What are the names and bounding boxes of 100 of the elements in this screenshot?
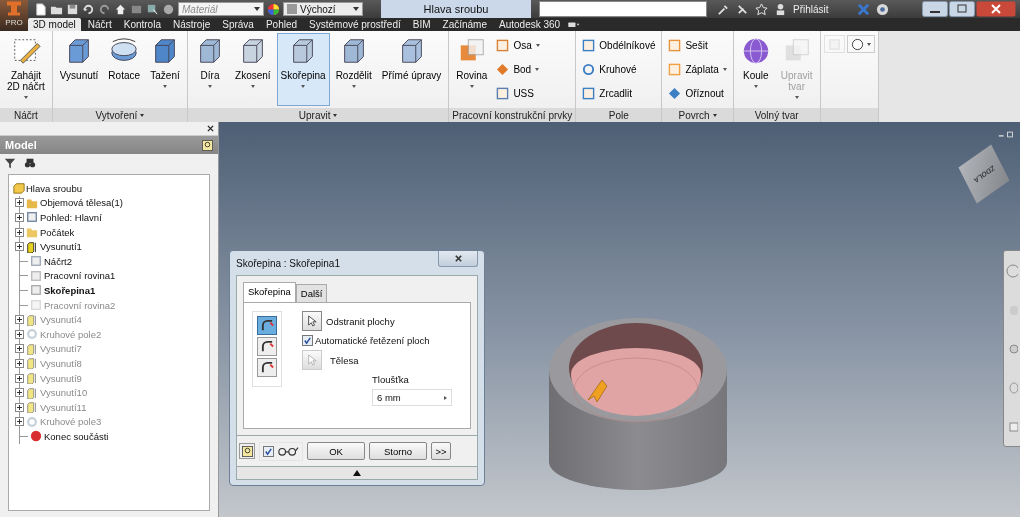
ribbon-tool-button[interactable]: Zkosení — [231, 33, 275, 106]
ribbon-tool-button[interactable]: Kruhové — [579, 62, 659, 77]
tree-item[interactable]: Vysunutí9 — [40, 372, 82, 384]
tree-item[interactable]: Pohled: Hlavní — [40, 212, 102, 223]
minimize-icon[interactable] — [922, 1, 948, 17]
ribbon-group-label[interactable]: Pole — [605, 109, 632, 121]
user-icon[interactable] — [774, 2, 787, 16]
ribbon-tab[interactable]: Kontrola — [118, 18, 166, 31]
tree-item[interactable]: Vysunutí11 — [40, 401, 87, 413]
ribbon-tab[interactable]: Systémové prostředí — [304, 18, 406, 31]
redo-icon[interactable] — [98, 2, 111, 16]
ribbon-group-label[interactable]: Upravit — [295, 109, 341, 121]
tree-item[interactable]: Kruhové pole2 — [40, 328, 102, 340]
ribbon-group-label[interactable]: Volný tvar — [751, 109, 802, 121]
close-button[interactable] — [438, 251, 478, 267]
tree-item[interactable]: Vysunutí4 — [40, 314, 82, 326]
expand-icon[interactable] — [15, 358, 24, 368]
tree-item[interactable]: Počátek — [40, 226, 75, 238]
tree-item[interactable]: Náčrt2 — [44, 255, 72, 267]
ribbon-tool-button[interactable]: Koule — [736, 33, 775, 106]
application-menu-button[interactable]: PRO — [0, 0, 28, 31]
expand-icon[interactable] — [15, 344, 24, 354]
ribbon-tool-button[interactable]: Sešit — [665, 37, 730, 53]
tree-item[interactable]: Kruhové pole3 — [40, 416, 102, 428]
globe-icon[interactable] — [162, 2, 175, 16]
expand-icon[interactable] — [15, 315, 24, 325]
ribbon-tool-button[interactable]: Díra — [191, 33, 230, 106]
color-wheel-icon[interactable] — [267, 2, 280, 16]
ribbon-tool-button[interactable]: Rotace — [104, 33, 145, 106]
tree-item[interactable]: Vysunutí8 — [40, 357, 82, 369]
ribbon-tool-button[interactable]: Rovina — [452, 33, 492, 106]
dialog-button[interactable]: Storno — [369, 442, 427, 460]
ribbon-tab[interactable]: Nástroje — [167, 18, 216, 31]
ribbon-tab[interactable]: Pohled — [260, 18, 303, 31]
thickness-field[interactable]: 6 mm — [372, 389, 452, 406]
ribbon-tab[interactable]: Náčrt — [82, 18, 117, 31]
preview-checkbox[interactable] — [263, 445, 274, 457]
select-faces-button[interactable] — [302, 311, 322, 331]
close-icon[interactable] — [976, 1, 1016, 17]
help-button[interactable] — [239, 443, 255, 459]
help-icon[interactable] — [202, 139, 213, 151]
ribbon-tool-button[interactable]: Rozdělit — [331, 33, 376, 106]
ribbon-tool-button[interactable]: Skořepina — [276, 33, 330, 106]
ribbon-tool-button[interactable]: Tažení — [146, 33, 185, 106]
ribbon-tab[interactable]: Správa — [217, 18, 259, 31]
dialog-button[interactable]: OK — [307, 442, 365, 460]
expand-icon[interactable] — [15, 242, 24, 252]
expand-icon[interactable] — [15, 329, 24, 339]
ribbon-group-label[interactable]: Náčrt — [10, 109, 41, 121]
window-controls-icon[interactable] — [998, 130, 1014, 139]
ribbon-tool-button[interactable]: Vysunutí — [55, 33, 103, 106]
appearance-dropdown[interactable]: Výchozí — [283, 2, 363, 16]
ribbon-tool-button[interactable]: Oříznout — [665, 86, 730, 102]
ribbon-tool-button[interactable]: Přímé úpravy — [377, 33, 446, 106]
ribbon-group-label[interactable]: Pracovní konstrukční prvky — [449, 109, 576, 121]
expand-icon[interactable] — [15, 373, 24, 383]
tree-item[interactable]: Skořepina1 — [44, 284, 96, 296]
select-icon[interactable] — [146, 2, 159, 16]
dialog-button[interactable]: >> — [431, 442, 451, 460]
ribbon-tool-button[interactable]: Bod — [493, 62, 543, 77]
ribbon-tab[interactable]: 3D model — [28, 18, 81, 31]
star-icon[interactable] — [755, 2, 768, 16]
expand-icon[interactable] — [15, 417, 24, 427]
tree-item[interactable]: Pracovní rovina1 — [44, 270, 116, 282]
expand-icon[interactable] — [15, 388, 24, 398]
search-field[interactable] — [539, 1, 707, 17]
ribbon-tool-button[interactable]: Osa — [493, 37, 543, 53]
close-icon[interactable] — [207, 125, 214, 132]
ribbon-group-label[interactable]: Vytvoření — [92, 109, 148, 121]
expand-icon[interactable] — [15, 213, 24, 222]
ribbon-group-label[interactable]: Povrch — [675, 109, 720, 121]
tree-item[interactable]: Vysunutí10 — [40, 387, 88, 399]
tree-item[interactable]: Pracovní rovina2 — [44, 299, 116, 311]
save-icon[interactable] — [66, 2, 79, 16]
ribbon-icon-button[interactable] — [846, 35, 875, 53]
filter-icon[interactable] — [4, 157, 16, 169]
dialog-tab[interactable]: Další — [295, 284, 328, 302]
ribbon-tab[interactable]: Začínáme — [437, 18, 492, 31]
auto-chain-checkbox[interactable]: Automatické řetězení ploch — [302, 335, 452, 346]
help-icon[interactable] — [875, 2, 889, 16]
tree-item[interactable]: Vysunutí1 — [40, 241, 82, 253]
expand-icon[interactable] — [15, 198, 24, 208]
ribbon-tab[interactable]: Autodesk 360 — [494, 18, 566, 31]
ribbon-tool-button[interactable]: Zrcadlit — [579, 86, 659, 102]
new-file-icon[interactable] — [34, 2, 47, 16]
ribbon-tab[interactable]: BIM — [407, 18, 436, 31]
sign-in-link[interactable]: Přihlásit — [793, 3, 829, 15]
ribbon-tool-button[interactable]: Obdélníkové — [579, 37, 659, 53]
ribbon-tool-button[interactable]: Záplata — [665, 62, 730, 77]
expand-icon[interactable] — [15, 402, 24, 412]
expand-arrow-icon[interactable] — [353, 470, 361, 476]
tree-item[interactable]: Konec součásti — [44, 430, 109, 442]
tree-item[interactable]: Hlava sroubu — [26, 182, 82, 194]
direction-button[interactable] — [257, 337, 277, 356]
direction-button[interactable] — [257, 316, 277, 335]
expand-icon[interactable] — [15, 227, 24, 237]
home-icon[interactable] — [114, 2, 127, 16]
direction-button[interactable] — [257, 358, 277, 377]
undo-icon[interactable] — [82, 2, 95, 16]
ribbon-tool-button[interactable]: USS — [493, 86, 543, 102]
